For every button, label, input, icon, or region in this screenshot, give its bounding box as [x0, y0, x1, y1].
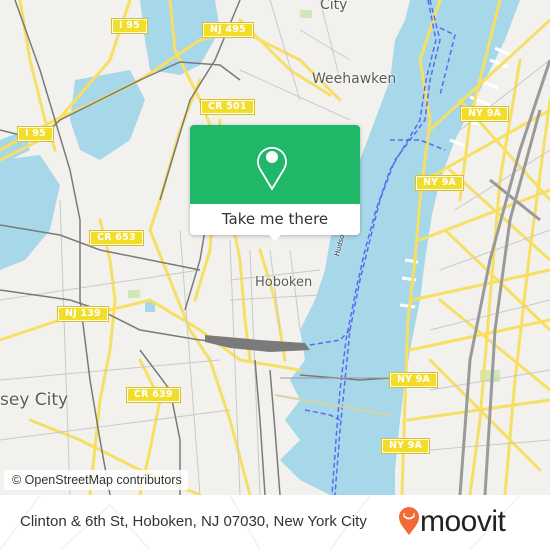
moovit-logo-icon	[399, 507, 419, 535]
hackensack-water-left	[0, 155, 60, 270]
map[interactable]: I 95 NJ 495 CR 501 I 95 NY 9A NY 9A CR 6…	[0, 0, 550, 495]
shield-nj495: NJ 495	[202, 22, 254, 38]
address-text: Clinton & 6th St, Hoboken, NJ 07030, New…	[20, 513, 367, 530]
shield-i95-west: I 95	[17, 126, 54, 142]
footer: Clinton & 6th St, Hoboken, NJ 07030, New…	[0, 495, 550, 550]
weehawken-label: Weehawken	[312, 71, 397, 87]
shield-cr653: CR 653	[89, 230, 144, 246]
map-canvas[interactable]	[0, 0, 550, 495]
union-city-label: City	[320, 0, 348, 13]
hoboken-terminal	[205, 335, 310, 352]
jersey-city-label: sey City	[0, 390, 69, 410]
park	[128, 290, 140, 298]
hoboken-label: Hoboken	[255, 275, 313, 290]
take-me-there-button[interactable]: Take me there	[190, 204, 360, 235]
shield-cr639: CR 639	[126, 387, 181, 403]
shield-i95-north: I 95	[111, 18, 148, 34]
rail-lines-manhattan	[458, 59, 550, 495]
shield-ny9a-2: NY 9A	[414, 175, 465, 191]
take-me-there-popup[interactable]: Take me there	[190, 125, 360, 241]
shield-cr501: CR 501	[200, 99, 255, 115]
shield-ny9a-1: NY 9A	[459, 106, 510, 122]
osm-attribution[interactable]: © OpenStreetMap contributors	[4, 470, 188, 490]
shield-nj139: NJ 139	[57, 306, 109, 322]
shield-ny9a-4: NY 9A	[380, 438, 431, 454]
map-pin-icon	[257, 146, 287, 190]
moovit-wordmark: moovit	[420, 505, 506, 538]
popup-header[interactable]	[190, 125, 360, 204]
popup-pointer	[267, 233, 283, 241]
park	[300, 10, 312, 18]
shield-ny9a-3: NY 9A	[388, 372, 439, 388]
